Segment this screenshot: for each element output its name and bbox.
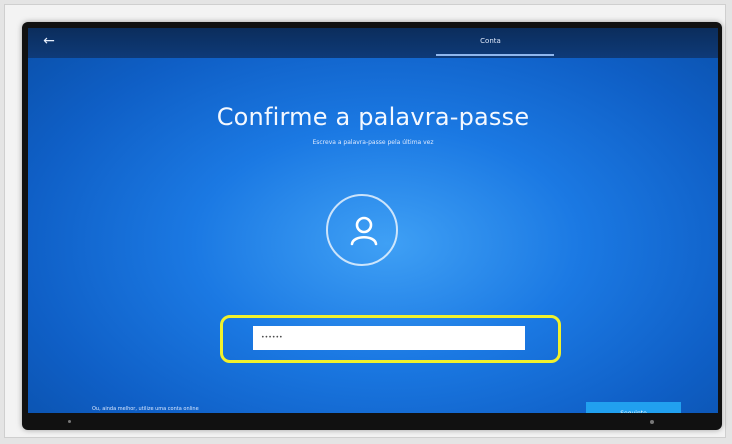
bezel-dot-left xyxy=(68,420,71,423)
online-account-link[interactable]: Ou, ainda melhor, utilize uma conta onli… xyxy=(92,406,199,412)
back-arrow-icon[interactable]: ← xyxy=(40,32,58,50)
next-button[interactable]: Seguinte xyxy=(586,402,681,413)
user-avatar xyxy=(326,194,398,266)
top-bar: ← Conta xyxy=(28,28,718,58)
tab-underline xyxy=(436,54,554,56)
setup-screen: ← Conta Confirme a palavra-passe Escreva… xyxy=(28,28,718,413)
tab-account[interactable]: Conta xyxy=(438,37,543,45)
page-subtitle: Escreva a palavra-passe pela última vez xyxy=(312,139,434,146)
password-input[interactable] xyxy=(253,326,525,350)
bezel-dot-right xyxy=(650,420,654,424)
page-title: Confirme a palavra-passe xyxy=(216,103,530,131)
user-icon xyxy=(350,216,378,246)
